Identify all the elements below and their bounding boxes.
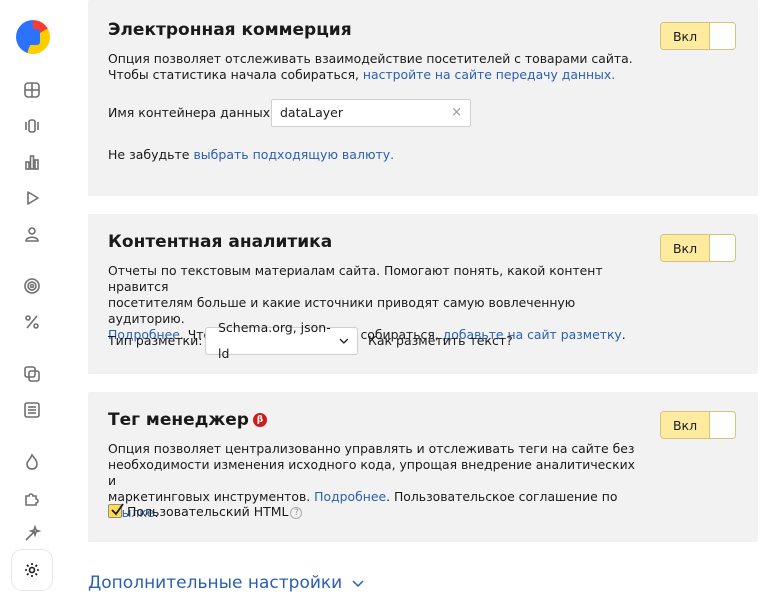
list-icon[interactable] [20, 398, 44, 422]
sidebar [0, 0, 64, 612]
ecommerce-toggle-label: Вкл [661, 23, 709, 49]
ecommerce-toggle[interactable]: Вкл [660, 22, 736, 50]
content-desc-line1: Отчеты по текстовым материалам сайта. По… [108, 263, 603, 294]
sparkle-icon[interactable] [20, 522, 44, 546]
ecommerce-desc-line2: Чтобы статистика начала собираться, [108, 67, 363, 82]
currency-note: Не забудьте выбрать подходящую валюту. [108, 147, 394, 162]
play-icon[interactable] [20, 186, 44, 210]
content-desc-line2: посетителям больше и какие источники при… [108, 295, 576, 326]
content-analytics-toggle[interactable]: Вкл [660, 234, 736, 262]
tag-manager-title: Тег менеджер β [108, 410, 267, 430]
percent-icon[interactable] [20, 310, 44, 334]
bar-chart-icon[interactable] [20, 150, 44, 174]
tag-manager-toggle-label: Вкл [661, 412, 709, 438]
tag-manager-toggle[interactable]: Вкл [660, 411, 736, 439]
how-to-markup-link[interactable]: Как разметить текст? [368, 333, 513, 348]
advanced-settings-label: Дополнительные настройки [88, 573, 343, 593]
tag-more-link[interactable]: Подробнее [314, 489, 386, 504]
copy-icon[interactable] [20, 362, 44, 386]
target-icon[interactable] [20, 274, 44, 298]
tag-manager-title-text: Тег менеджер [108, 410, 249, 430]
tag-desc-line1: Опция позволяет централизованно управлят… [108, 441, 635, 456]
flame-icon[interactable] [20, 450, 44, 474]
content-desc-end: . [621, 327, 626, 342]
gear-icon[interactable] [12, 550, 52, 590]
advanced-settings-link[interactable]: Дополнительные настройки [88, 573, 364, 593]
user-icon[interactable] [20, 222, 44, 246]
container-name-input[interactable]: dataLayer × [271, 99, 471, 127]
beta-badge: β [252, 413, 267, 427]
layers-icon[interactable] [20, 114, 44, 138]
content-analytics-description: Отчеты по текстовым материалам сайта. По… [108, 263, 638, 343]
currency-note-prefix: Не забудьте [108, 147, 194, 162]
main-content: Электронная коммерция Вкл Опция позволяе… [64, 0, 768, 612]
chevron-down-icon [352, 580, 364, 588]
custom-html-label-text: Пользовательский HTML [127, 504, 289, 519]
custom-html-checkbox[interactable] [108, 503, 124, 518]
tag-desc-mid: . Пользовательское соглашение по [386, 489, 618, 504]
puzzle-icon[interactable] [20, 486, 44, 510]
ecommerce-setup-link[interactable]: настройте на сайте передачу данных. [363, 67, 615, 82]
content-analytics-title: Контентная аналитика [108, 232, 333, 252]
custom-html-label: Пользовательский HTML? [127, 504, 303, 519]
container-name-value: dataLayer [280, 105, 344, 120]
grid-icon[interactable] [20, 78, 44, 102]
markup-type-select[interactable]: Schema.org, json-ld [205, 320, 358, 361]
chevron-down-icon [339, 338, 349, 344]
tag-desc-line2: необходимости изменения исходного кода, … [108, 457, 635, 488]
tag-manager-card: Тег менеджер β Вкл Опция позволяет центра… [88, 392, 758, 542]
ecommerce-card: Электронная коммерция Вкл Опция позволяе… [88, 0, 758, 196]
ecommerce-title: Электронная коммерция [108, 20, 352, 40]
clear-icon[interactable]: × [451, 100, 462, 126]
content-toggle-label: Вкл [661, 235, 709, 261]
ecommerce-desc-line1: Опция позволяет отслеживать взаимодейств… [108, 51, 633, 66]
tag-desc-line3: маркетинговых инструментов. [108, 489, 315, 504]
logo[interactable] [16, 20, 50, 54]
markup-type-label: Тип разметки: [108, 333, 203, 348]
checkmark-icon [111, 503, 124, 516]
help-icon[interactable]: ? [290, 506, 303, 519]
content-analytics-card: Контентная аналитика Вкл Отчеты по текст… [88, 214, 758, 374]
container-name-label: Имя контейнера данных: [108, 105, 275, 120]
markup-type-value: Schema.org, json-ld [218, 320, 331, 361]
currency-link[interactable]: выбрать подходящую валюту. [193, 147, 394, 162]
ecommerce-description: Опция позволяет отслеживать взаимодейств… [108, 51, 638, 83]
